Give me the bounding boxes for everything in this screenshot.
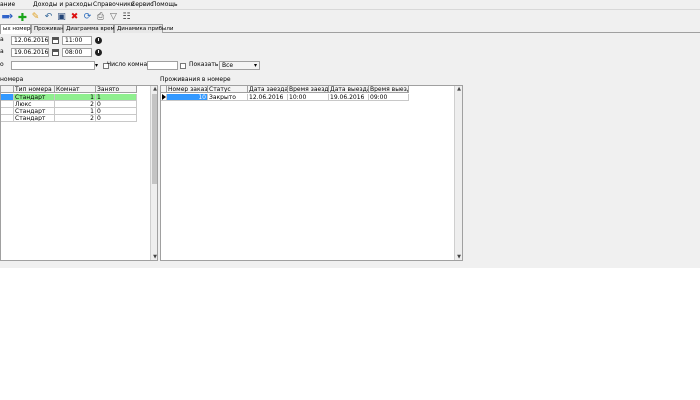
stays-grid-title: Проживания в номере	[160, 76, 231, 83]
rooms-count-label: Число комнат	[107, 61, 151, 68]
table-cell[interactable]: 1	[55, 94, 96, 101]
column-header[interactable]: Номер заказа	[167, 86, 208, 93]
tab-time-chart[interactable]: Диаграмма времени	[63, 24, 125, 33]
column-header[interactable]: Время выезда	[369, 86, 409, 93]
column-header[interactable]: Статус	[208, 86, 248, 93]
tab-stays[interactable]: Проживание	[31, 24, 71, 33]
show-label: Показать	[189, 61, 219, 68]
column-header[interactable]: Тип номера	[14, 86, 55, 93]
filter-icon[interactable]: ▽	[108, 12, 119, 23]
menu-item-service[interactable]: Сервис	[131, 1, 153, 8]
rooms-count-field[interactable]	[147, 61, 178, 70]
clock-icon[interactable]	[95, 37, 102, 44]
print-icon[interactable]: ⎙	[95, 12, 106, 23]
table-cell[interactable]: Стандарт	[14, 94, 55, 101]
column-header[interactable]: Время заезда	[288, 86, 329, 93]
stays-grid: Номер заказа Статус Дата заезда Время за…	[160, 85, 463, 261]
column-header	[1, 86, 14, 93]
row-indicator[interactable]	[1, 94, 14, 101]
table-cell[interactable]: 1	[96, 94, 137, 101]
table-cell[interactable]: Стандарт	[14, 108, 55, 115]
table-cell[interactable]: 0	[96, 108, 137, 115]
undo-icon[interactable]: ↶	[43, 12, 54, 23]
chevron-down-icon[interactable]: ▾	[95, 62, 98, 69]
column-header[interactable]: Дата выезда	[329, 86, 369, 93]
vertical-scrollbar[interactable]: ▲ ▼	[150, 86, 157, 260]
table-cell[interactable]: Люкс	[14, 101, 55, 108]
calendar-icon[interactable]	[52, 37, 59, 44]
scroll-thumb[interactable]	[152, 94, 157, 184]
column-header[interactable]: Занято	[96, 86, 137, 93]
column-header[interactable]: Дата заезда	[248, 86, 288, 93]
save-icon[interactable]: ▣	[56, 12, 67, 23]
scroll-up-icon[interactable]: ▲	[455, 86, 462, 92]
menu-bar: ание Доходы и расходы Справочники Сервис…	[0, 0, 700, 9]
delete-icon[interactable]: ✖	[69, 12, 80, 23]
edit-pencil-icon[interactable]: ✎	[30, 12, 41, 23]
table-cell[interactable]: 1	[55, 108, 96, 115]
tab-profit-dynamics[interactable]: Динамика прибыли	[114, 24, 174, 33]
room-type-combo[interactable]	[11, 61, 95, 70]
table-cell[interactable]: 2	[55, 101, 96, 108]
room-type-label: о	[0, 61, 4, 68]
current-row-icon	[162, 94, 166, 100]
table-cell[interactable]: 12.06.2016	[248, 94, 288, 101]
users-icon[interactable]: ☷	[121, 12, 132, 23]
calendar-icon[interactable]	[52, 49, 59, 56]
table-cell[interactable]: 09:00	[369, 94, 409, 101]
scroll-up-icon[interactable]: ▲	[151, 86, 157, 92]
scroll-down-icon[interactable]: ▼	[151, 254, 157, 260]
checkin-date-field[interactable]: 12.06.2016	[11, 36, 49, 45]
checkin-time-field[interactable]: 11:00	[62, 36, 92, 45]
table-cell[interactable]: Стандарт	[14, 115, 55, 122]
clock-icon[interactable]	[95, 49, 102, 56]
row-indicator[interactable]	[1, 115, 14, 122]
checkout-date-field[interactable]: 19.06.2016	[11, 48, 49, 57]
menu-item-income-expense[interactable]: Доходы и расходы	[33, 1, 92, 8]
table-cell[interactable]: 0	[96, 101, 137, 108]
menu-item-help[interactable]: Помощь	[152, 1, 178, 8]
table-cell[interactable]: 0	[96, 115, 137, 122]
rooms-grid-title: номера	[0, 76, 24, 83]
show-checkbox[interactable]	[180, 63, 186, 69]
tab-free-rooms[interactable]: ых номеров	[0, 24, 37, 34]
table-cell[interactable]: Закрыто	[208, 94, 248, 101]
exit-arrow-icon[interactable]: ➔	[4, 12, 15, 23]
toolbar: ▬ ➔ ✚ ✎ ↶ ▣ ✖ ⟳ ⎙ ▽ ☷	[0, 9, 700, 25]
menu-item-main[interactable]: ание	[0, 1, 15, 8]
table-cell[interactable]: 10	[167, 94, 208, 101]
app-window: ание Доходы и расходы Справочники Сервис…	[0, 0, 700, 268]
table-cell[interactable]: 19.06.2016	[329, 94, 369, 101]
scroll-down-icon[interactable]: ▼	[455, 254, 462, 260]
checkout-label: а	[0, 48, 4, 55]
tab-strip: ых номеров Проживание Диаграмма времени …	[0, 24, 700, 34]
column-header[interactable]: Комнат	[55, 86, 96, 93]
add-icon[interactable]: ✚	[17, 12, 28, 23]
checkout-time-field[interactable]: 08:00	[62, 48, 92, 57]
chevron-down-icon[interactable]: ▾	[254, 62, 257, 69]
table-cell[interactable]: 2	[55, 115, 96, 122]
row-indicator[interactable]	[1, 108, 14, 115]
checkin-label: а	[0, 36, 4, 43]
menu-item-references[interactable]: Справочники	[93, 1, 135, 8]
vertical-scrollbar[interactable]: ▲ ▼	[454, 86, 462, 260]
rooms-grid: Тип номера Комнат Занято Стандарт 1 1 Лю…	[0, 85, 158, 261]
row-indicator[interactable]	[1, 101, 14, 108]
table-cell[interactable]: 10:00	[288, 94, 329, 101]
refresh-icon[interactable]: ⟳	[82, 12, 93, 23]
